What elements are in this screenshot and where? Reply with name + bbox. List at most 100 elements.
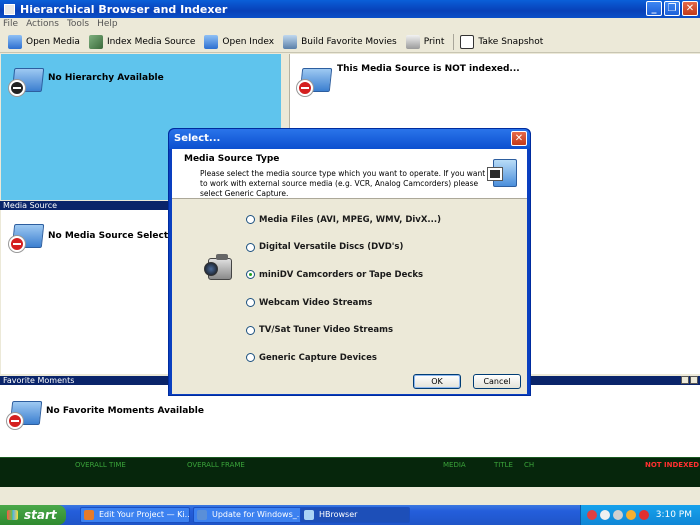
close-button[interactable]: ✕: [682, 1, 698, 16]
build-favorite-movies-label: Build Favorite Movies: [301, 36, 397, 47]
folder-no-source-icon: [9, 222, 45, 252]
task-label: Update for Windows_...: [212, 510, 303, 519]
open-index-label: Open Index: [222, 36, 275, 47]
media-source-icon: [487, 157, 519, 189]
option-label: miniDV Camcorders or Tape Decks: [259, 269, 424, 280]
option-label: Media Files (AVI, MPEG, WMV, DivX...): [259, 214, 441, 225]
dialog-close-button[interactable]: ✕: [511, 131, 527, 146]
window-controls: _ ❐ ✕: [646, 1, 698, 16]
menu-actions[interactable]: Actions: [26, 18, 59, 30]
index-media-source-button[interactable]: Index Media Source: [88, 34, 196, 49]
window-titlebar: Hierarchical Browser and Indexer _ ❐ ✕: [0, 0, 700, 18]
pane-close-button[interactable]: [690, 376, 698, 384]
dialog-header: Media Source Type Please select the medi…: [172, 149, 527, 199]
cancel-button[interactable]: Cancel: [473, 374, 521, 389]
app-icon: [304, 510, 314, 520]
folder-unavailable-icon: [9, 66, 45, 96]
pane-minimize-button[interactable]: [681, 376, 689, 384]
option-label: Webcam Video Streams: [259, 297, 373, 308]
tray-icon[interactable]: [613, 510, 623, 520]
radio-button[interactable]: [246, 325, 255, 335]
radio-button[interactable]: [246, 215, 255, 225]
overall-frame-label: OVERALL FRAME: [187, 461, 245, 469]
open-media-label: Open Media: [26, 36, 80, 47]
maximize-button[interactable]: ❐: [664, 1, 680, 16]
radio-button[interactable]: [246, 353, 255, 363]
minimize-button[interactable]: _: [646, 1, 662, 16]
build-favorite-movies-button[interactable]: Build Favorite Movies: [283, 34, 397, 49]
windows-logo-icon: [7, 510, 18, 520]
taskbar-item[interactable]: Update for Windows_...: [193, 507, 303, 523]
media-label: MEDIA: [443, 461, 466, 469]
option-media-files[interactable]: Media Files (AVI, MPEG, WMV, DivX...): [246, 206, 441, 234]
dialog-heading: Media Source Type: [184, 154, 280, 164]
folder-no-favorites-icon: [7, 399, 43, 429]
option-generic-capture[interactable]: Generic Capture Devices: [246, 344, 441, 372]
clock: 3:10 PM: [655, 510, 692, 520]
media-type-options: Media Files (AVI, MPEG, WMV, DivX...) Di…: [246, 206, 441, 372]
camcorder-icon: [204, 254, 238, 284]
chapter-label: CH: [524, 461, 535, 469]
folder-not-indexed-icon: [297, 66, 333, 96]
tray-icon[interactable]: [639, 510, 649, 520]
index-icon: [88, 34, 103, 49]
option-minidv[interactable]: miniDV Camcorders or Tape Decks: [246, 261, 441, 289]
toolbar-separator: [453, 33, 455, 50]
no-media-source-text: No Media Source Selected: [48, 231, 181, 241]
snapshot-icon: [460, 34, 475, 49]
option-label: Digital Versatile Discs (DVD's): [259, 242, 404, 253]
start-button[interactable]: start: [0, 505, 66, 525]
toolbar: Open Media Index Media Source Open Index…: [0, 31, 700, 53]
take-snapshot-button[interactable]: Take Snapshot: [460, 34, 544, 49]
index-media-source-label: Index Media Source: [106, 36, 196, 47]
document-icon: [197, 510, 207, 520]
print-label: Print: [423, 36, 445, 47]
favorite-moments-title: Favorite Moments: [3, 376, 75, 385]
window-title: Hierarchical Browser and Indexer: [20, 2, 228, 16]
take-snapshot-label: Take Snapshot: [478, 36, 544, 47]
favorite-pane-controls: [681, 376, 698, 384]
option-dvd[interactable]: Digital Versatile Discs (DVD's): [246, 234, 441, 262]
folder-open-icon: [204, 34, 219, 49]
open-media-button[interactable]: Open Media: [8, 34, 80, 49]
radio-button[interactable]: [246, 298, 255, 308]
dialog-title: Select...: [169, 129, 530, 149]
start-label: start: [24, 508, 57, 522]
title-label: TITLE: [494, 461, 513, 469]
tray-icon[interactable]: [626, 510, 636, 520]
status-strip: OVERALL TIME OVERALL FRAME MEDIA TITLE C…: [0, 457, 700, 487]
folder-open-icon: [8, 34, 22, 49]
option-label: TV/Sat Tuner Video Streams: [259, 325, 394, 336]
task-label: Edit Your Project — Ki...: [99, 510, 190, 519]
menu-bar: File Actions Tools Help: [0, 18, 700, 30]
system-tray: 3:10 PM: [580, 505, 700, 525]
printer-icon: [405, 34, 420, 49]
menu-tools[interactable]: Tools: [67, 18, 89, 30]
radio-button-selected[interactable]: [246, 270, 255, 280]
option-label: Generic Capture Devices: [259, 352, 377, 363]
overall-time-label: OVERALL TIME: [75, 461, 126, 469]
open-index-button[interactable]: Open Index: [204, 34, 275, 49]
radio-button[interactable]: [246, 242, 255, 252]
app-icon: [4, 3, 15, 15]
taskbar-item-active[interactable]: HBrowser: [300, 507, 410, 523]
hierarchy-empty-text: No Hierarchy Available: [48, 73, 164, 83]
option-webcam[interactable]: Webcam Video Streams: [246, 289, 441, 317]
browser-icon: [84, 510, 94, 520]
menu-help[interactable]: Help: [97, 18, 118, 30]
dialog-body: Media Source Type Please select the medi…: [172, 149, 527, 394]
print-button[interactable]: Print: [405, 34, 445, 49]
tray-icon[interactable]: [587, 510, 597, 520]
taskbar-item[interactable]: Edit Your Project — Ki...: [80, 507, 190, 523]
menu-file[interactable]: File: [3, 18, 18, 30]
film-icon: [283, 34, 298, 49]
ok-button[interactable]: OK: [413, 374, 461, 389]
not-indexed-status: NOT INDEXED: [645, 461, 700, 469]
task-label: HBrowser: [319, 510, 358, 519]
tray-icon[interactable]: [600, 510, 610, 520]
taskbar: start Edit Your Project — Ki... Update f…: [0, 505, 700, 525]
option-tv-sat[interactable]: TV/Sat Tuner Video Streams: [246, 316, 441, 344]
select-dialog: Select... ✕ Media Source Type Please sel…: [168, 128, 531, 396]
not-indexed-text: This Media Source is NOT indexed...: [337, 64, 520, 74]
no-favorites-text: No Favorite Moments Available: [46, 406, 204, 416]
